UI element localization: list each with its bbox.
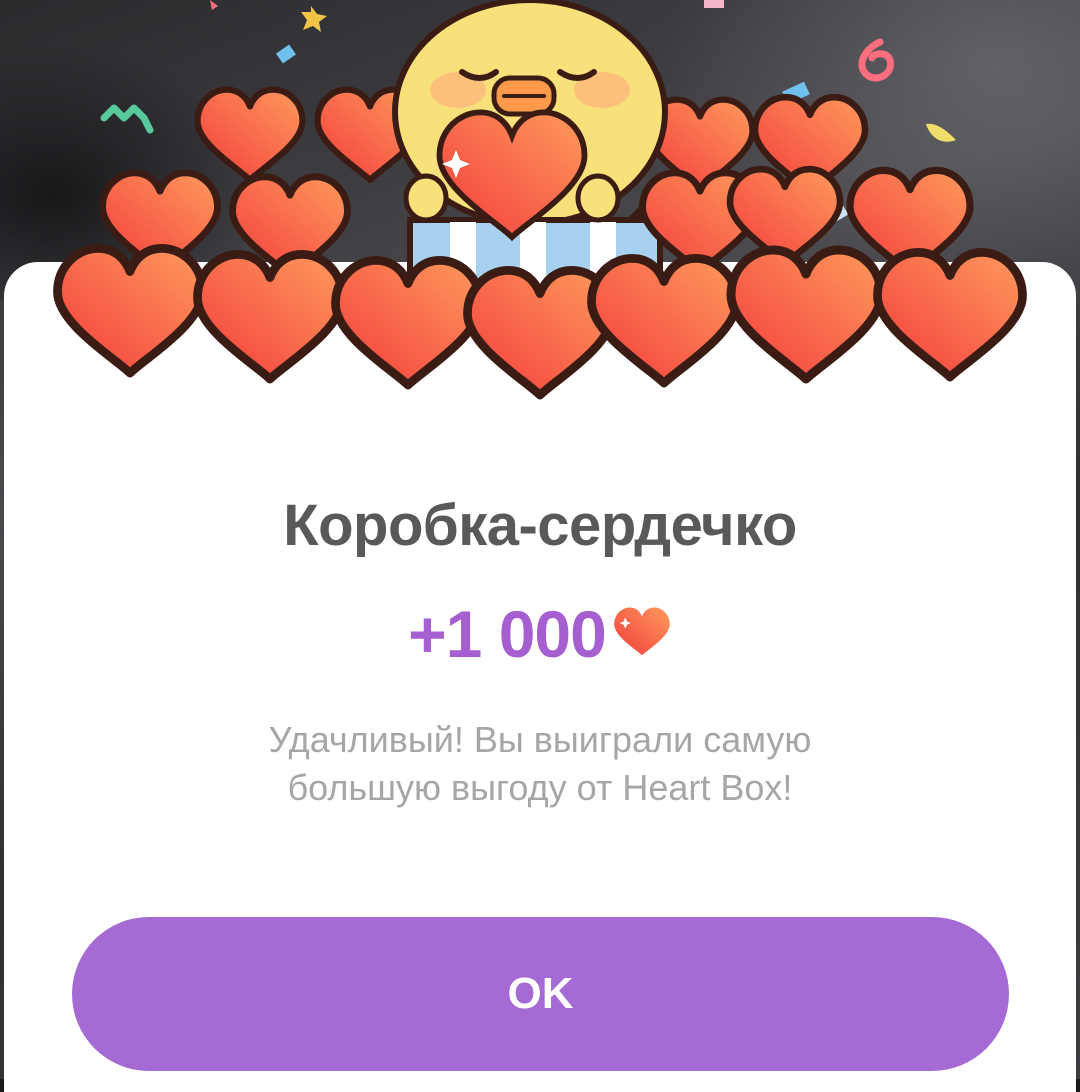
heart-icon	[614, 607, 670, 656]
reward-line: +1 000	[0, 596, 1080, 672]
ok-button-label: OK	[507, 969, 574, 1018]
heart-box-illustration	[0, 0, 1080, 440]
dialog-message: Удачливый! Вы выиграли самую большую выг…	[268, 719, 812, 808]
ok-button[interactable]: OK	[72, 917, 1009, 1071]
reward-amount: +1 000	[408, 597, 607, 671]
dialog-title: Коробка-сердечко	[283, 493, 797, 558]
